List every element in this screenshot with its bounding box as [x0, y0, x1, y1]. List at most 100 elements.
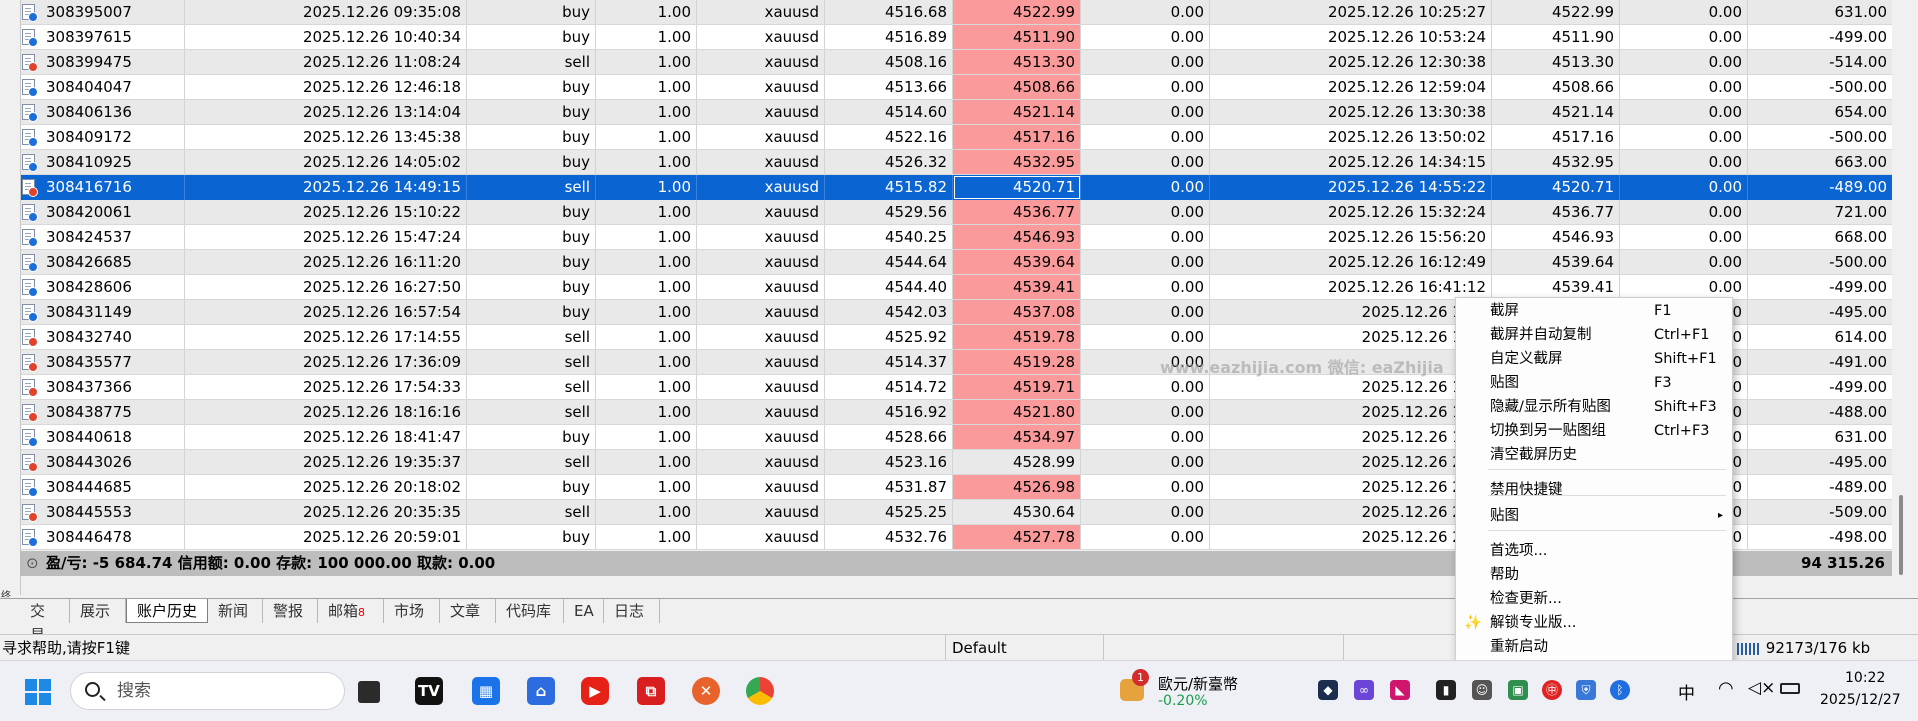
taskbar: 搜索 TV ▦ ⌂ ▶ ⧉ ✕ 1 歐元/新臺幣 -0.20% ◆ ∞ ◣ ▮ … [0, 660, 1918, 721]
youtube-icon[interactable]: ▶ [581, 677, 609, 705]
tab-4[interactable]: 警报 [263, 599, 318, 623]
cell-tp: 0.00 [1081, 175, 1210, 200]
menu-item-9[interactable]: 首选项... [1456, 539, 1732, 563]
defender-icon[interactable]: ⛨ [1576, 680, 1596, 700]
menu-item-7[interactable]: 禁用快捷键 [1456, 478, 1732, 502]
menu-item-4[interactable]: 隐藏/显示所有贴图 Shift+F3 [1456, 395, 1732, 419]
menu-item-1[interactable]: 截屏并自动复制 Ctrl+F1 [1456, 323, 1732, 347]
tab-2[interactable]: 账户历史 [126, 599, 208, 623]
bookmark-icon[interactable]: ▮ [1436, 680, 1456, 700]
menu-item-3[interactable]: 贴图 F3 [1456, 371, 1732, 395]
table-row[interactable]: 308410925 2025.12.26 14:05:02 buy 1.00 xauus… [0, 150, 1893, 175]
table-row[interactable]: 308416716 2025.12.26 14:49:15 sell 1.00 xauu… [0, 175, 1893, 200]
cell-open-price: 4531.87 [825, 475, 953, 500]
tab-8[interactable]: 代码库 [496, 599, 564, 623]
table-row[interactable]: 308395007 2025.12.26 09:35:08 buy 1.00 xauus… [0, 0, 1893, 25]
cell-symbol: xauusd [697, 375, 825, 400]
tab-10[interactable]: 日志 [604, 599, 660, 623]
xbox-icon[interactable]: ✕ [692, 677, 720, 705]
menu-item-12[interactable]: 解锁专业版... ✨ [1456, 611, 1732, 635]
tab-0[interactable]: 交易 [20, 599, 70, 644]
table-row[interactable]: 308406136 2025.12.26 13:14:04 buy 1.00 xauus… [0, 100, 1893, 125]
volume-muted-icon[interactable]: ◁× [1748, 678, 1775, 698]
cell-time: 2025.12.26 13:14:04 [185, 100, 467, 125]
tab-3[interactable]: 新闻 [208, 599, 263, 623]
table-row[interactable]: 308426685 2025.12.26 16:11:20 buy 1.00 xauus… [0, 250, 1893, 275]
clock-time[interactable]: 10:22 [1845, 670, 1885, 686]
ime-indicator[interactable]: 中 [1678, 679, 1695, 704]
scrollbar-thumb[interactable] [1899, 495, 1903, 575]
cell-open-price: 4516.89 [825, 25, 953, 50]
cell-swap: 0.00 [1620, 250, 1748, 275]
tray-app-icon[interactable]: ☺ [1472, 680, 1492, 700]
cell-ticket: 308399475 [20, 50, 185, 75]
vertical-scrollbar[interactable] [1892, 0, 1910, 595]
tab-6[interactable]: 市场 [384, 599, 440, 623]
status-traffic: 92173/176 kb [1730, 635, 1918, 661]
menu-item-11[interactable]: 检查更新... [1456, 587, 1732, 611]
summary-balance: 94 315.26 [1801, 554, 1885, 572]
cell-symbol: xauusd [697, 450, 825, 475]
menu-item-10[interactable]: 帮助 [1456, 563, 1732, 587]
cell-close-price: 4508.66 [1492, 75, 1620, 100]
cell-symbol: xauusd [697, 425, 825, 450]
store-icon[interactable]: ▦ [472, 677, 500, 705]
cell-type: sell [467, 500, 596, 525]
cell-profit: -488.00 [1748, 400, 1893, 425]
tab-1[interactable]: 展示 [70, 599, 126, 623]
windows-start-icon[interactable] [25, 679, 51, 705]
cell-open-price: 4513.66 [825, 75, 953, 100]
tray-app-icon[interactable]: ㊥ [1542, 680, 1562, 700]
bluetooth-icon[interactable]: ᛒ [1610, 680, 1630, 700]
table-row[interactable]: 308397615 2025.12.26 10:40:34 buy 1.00 xauus… [0, 25, 1893, 50]
menu-item-13[interactable]: 重新启动 [1456, 635, 1732, 659]
cell-close-price: 4520.71 [1492, 175, 1620, 200]
tab-5[interactable]: 邮箱8 [318, 599, 384, 623]
task-view-icon[interactable] [358, 681, 380, 703]
pdf-app-icon[interactable]: ⧉ [637, 677, 665, 705]
cell-open-price: 4525.25 [825, 500, 953, 525]
menu-item-0[interactable]: 截屏 F1 [1456, 299, 1732, 323]
menu-item-2[interactable]: 自定义截屏 Shift+F1 [1456, 347, 1732, 371]
cell-profit: -499.00 [1748, 375, 1893, 400]
tray-app-icon[interactable]: ∞ [1354, 680, 1374, 700]
cell-close-time: 2025.12.26 10:53:24 [1210, 25, 1492, 50]
cell-close-price: 4532.95 [1492, 150, 1620, 175]
table-row[interactable]: 308409172 2025.12.26 13:45:38 buy 1.00 xauus… [0, 125, 1893, 150]
network-app-icon[interactable]: ⌂ [527, 677, 555, 705]
cell-time: 2025.12.26 20:59:01 [185, 525, 467, 550]
menu-item-8[interactable]: 贴图 ▸ [1456, 504, 1732, 528]
cell-profit: -498.00 [1748, 525, 1893, 550]
cell-ticket: 308395007 [20, 0, 185, 25]
summary-toggle-icon[interactable]: ⊙ [26, 551, 39, 576]
cell-close-price: 4522.99 [1492, 0, 1620, 25]
cell-time: 2025.12.26 16:11:20 [185, 250, 467, 275]
cell-sl: 4521.80 [953, 400, 1081, 425]
battery-icon[interactable] [1780, 683, 1800, 694]
wifi-icon[interactable]: ◠ [1718, 678, 1734, 699]
cell-volume: 1.00 [596, 325, 697, 350]
menu-item-5[interactable]: 切换到另一贴图组 Ctrl+F3 [1456, 419, 1732, 443]
taskbar-search[interactable]: 搜索 [70, 672, 345, 710]
table-row[interactable]: 308399475 2025.12.26 11:08:24 sell 1.00 xauu… [0, 50, 1893, 75]
menu-item-6[interactable]: 清空截屏历史 [1456, 443, 1732, 467]
table-row[interactable]: 308420061 2025.12.26 15:10:22 buy 1.00 xauus… [0, 200, 1893, 225]
tray-app-icon[interactable]: ▣ [1508, 680, 1528, 700]
tradingview-icon[interactable]: TV [415, 677, 443, 705]
cell-profit: -499.00 [1748, 25, 1893, 50]
cell-open-price: 4522.16 [825, 125, 953, 150]
cell-close-time: 2025.12.26 12:30:38 [1210, 50, 1492, 75]
chrome-icon[interactable] [746, 677, 774, 705]
cell-close-time: 2025.12.26 20:0 [1210, 450, 1492, 475]
cell-open-price: 4514.37 [825, 350, 953, 375]
tray-app-icon[interactable]: ◆ [1318, 680, 1338, 700]
tray-app-icon[interactable]: ◣ [1390, 680, 1410, 700]
table-row[interactable]: 308424537 2025.12.26 15:47:24 buy 1.00 xauus… [0, 225, 1893, 250]
clock-date[interactable]: 2025/12/27 [1820, 692, 1901, 708]
tab-9[interactable]: EA [564, 599, 604, 623]
tab-7[interactable]: 文章 [440, 599, 496, 623]
cell-symbol: xauusd [697, 175, 825, 200]
ticker-widget[interactable]: 1 歐元/新臺幣 -0.20% [1120, 669, 1270, 713]
table-row[interactable]: 308404047 2025.12.26 12:46:18 buy 1.00 xauus… [0, 75, 1893, 100]
cell-swap: 0.00 [1620, 100, 1748, 125]
